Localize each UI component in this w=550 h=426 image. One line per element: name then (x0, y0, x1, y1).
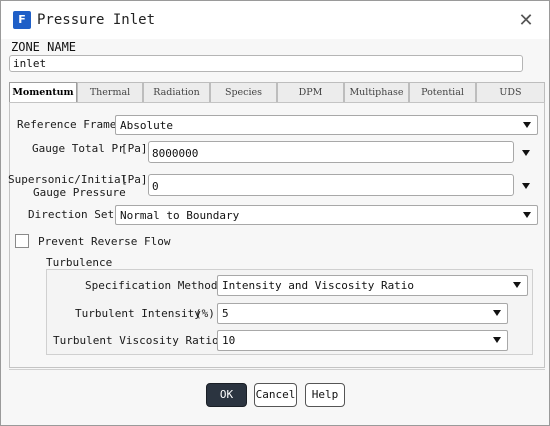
supersonic-pressure-unit: [Pa] (121, 173, 148, 186)
chevron-down-icon (493, 310, 501, 316)
supersonic-pressure-field[interactable]: 0 (148, 174, 514, 196)
chevron-down-icon (493, 337, 501, 343)
turbulent-viscosity-ratio-value: 10 (222, 334, 236, 347)
ok-button[interactable]: OK (206, 383, 247, 407)
reference-frame-dropdown[interactable]: Absolute (115, 115, 538, 135)
turbulence-heading: Turbulence (46, 256, 113, 269)
chevron-down-icon[interactable] (522, 150, 530, 156)
turbulent-intensity-field[interactable]: 5 (217, 303, 508, 324)
chevron-down-icon (523, 212, 531, 218)
direction-set-dropdown[interactable]: Normal to Boundary (115, 205, 538, 225)
supersonic-pressure-value: 0 (152, 180, 159, 193)
chevron-down-icon (523, 122, 531, 128)
turbulent-intensity-value: 5 (222, 307, 229, 320)
chevron-down-icon[interactable] (522, 183, 530, 189)
title-bar[interactable]: F Pressure Inlet ✕ (1, 1, 549, 39)
tab-uds[interactable]: UDS (476, 82, 545, 102)
gauge-total-pressure-value: 8000000 (152, 147, 199, 160)
gauge-total-pressure-label: Gauge Total Pr (32, 142, 125, 155)
supersonic-pressure-label-line2: Gauge Pressure (33, 186, 126, 199)
help-button[interactable]: Help (305, 383, 345, 407)
tab-bar: Momentum Thermal Radiation Species DPM M… (9, 82, 545, 103)
gauge-total-pressure-field[interactable]: 8000000 (148, 141, 514, 163)
turbulent-intensity-unit: (%) (195, 307, 215, 320)
direction-set-value: Normal to Boundary (120, 209, 240, 222)
turbulent-viscosity-ratio-field[interactable]: 10 (217, 330, 508, 351)
zone-name-field[interactable]: inlet (9, 55, 523, 72)
zone-name-label: ZONE NAME (11, 40, 77, 54)
tab-momentum[interactable]: Momentum (9, 82, 77, 103)
tab-radiation[interactable]: Radiation (143, 82, 210, 102)
gauge-total-pressure-unit: [Pa] (121, 142, 148, 155)
turbulent-viscosity-ratio-label: Turbulent Viscosity Ratio (53, 334, 219, 347)
footer-divider (9, 369, 545, 370)
fluent-app-icon: F (13, 11, 31, 29)
tab-thermal[interactable]: Thermal (77, 82, 143, 102)
direction-set-label: Direction Set (28, 208, 115, 221)
reference-frame-label: Reference Frame (17, 118, 117, 131)
specification-method-value: Intensity and Viscosity Ratio (222, 279, 415, 292)
tab-potential[interactable]: Potential (409, 82, 476, 102)
cancel-button[interactable]: Cancel (254, 383, 297, 407)
tab-species[interactable]: Species (210, 82, 277, 102)
tab-dpm[interactable]: DPM (277, 82, 344, 102)
close-icon[interactable]: ✕ (515, 10, 537, 32)
prevent-reverse-flow-label: Prevent Reverse Flow (38, 235, 171, 248)
pressure-inlet-dialog: F Pressure Inlet ✕ ZONE NAME inlet Momen… (0, 0, 550, 426)
specification-method-dropdown[interactable]: Intensity and Viscosity Ratio (217, 275, 528, 296)
reference-frame-value: Absolute (120, 119, 173, 132)
specification-method-label: Specification Method (85, 279, 218, 292)
prevent-reverse-flow-checkbox[interactable] (15, 234, 29, 248)
window-title: Pressure Inlet (37, 12, 156, 28)
turbulent-intensity-label: Turbulent Intensity (75, 307, 201, 320)
supersonic-pressure-label-line1: Supersonic/Initial (8, 173, 128, 186)
chevron-down-icon (513, 282, 521, 288)
tab-multiphase[interactable]: Multiphase (344, 82, 409, 102)
